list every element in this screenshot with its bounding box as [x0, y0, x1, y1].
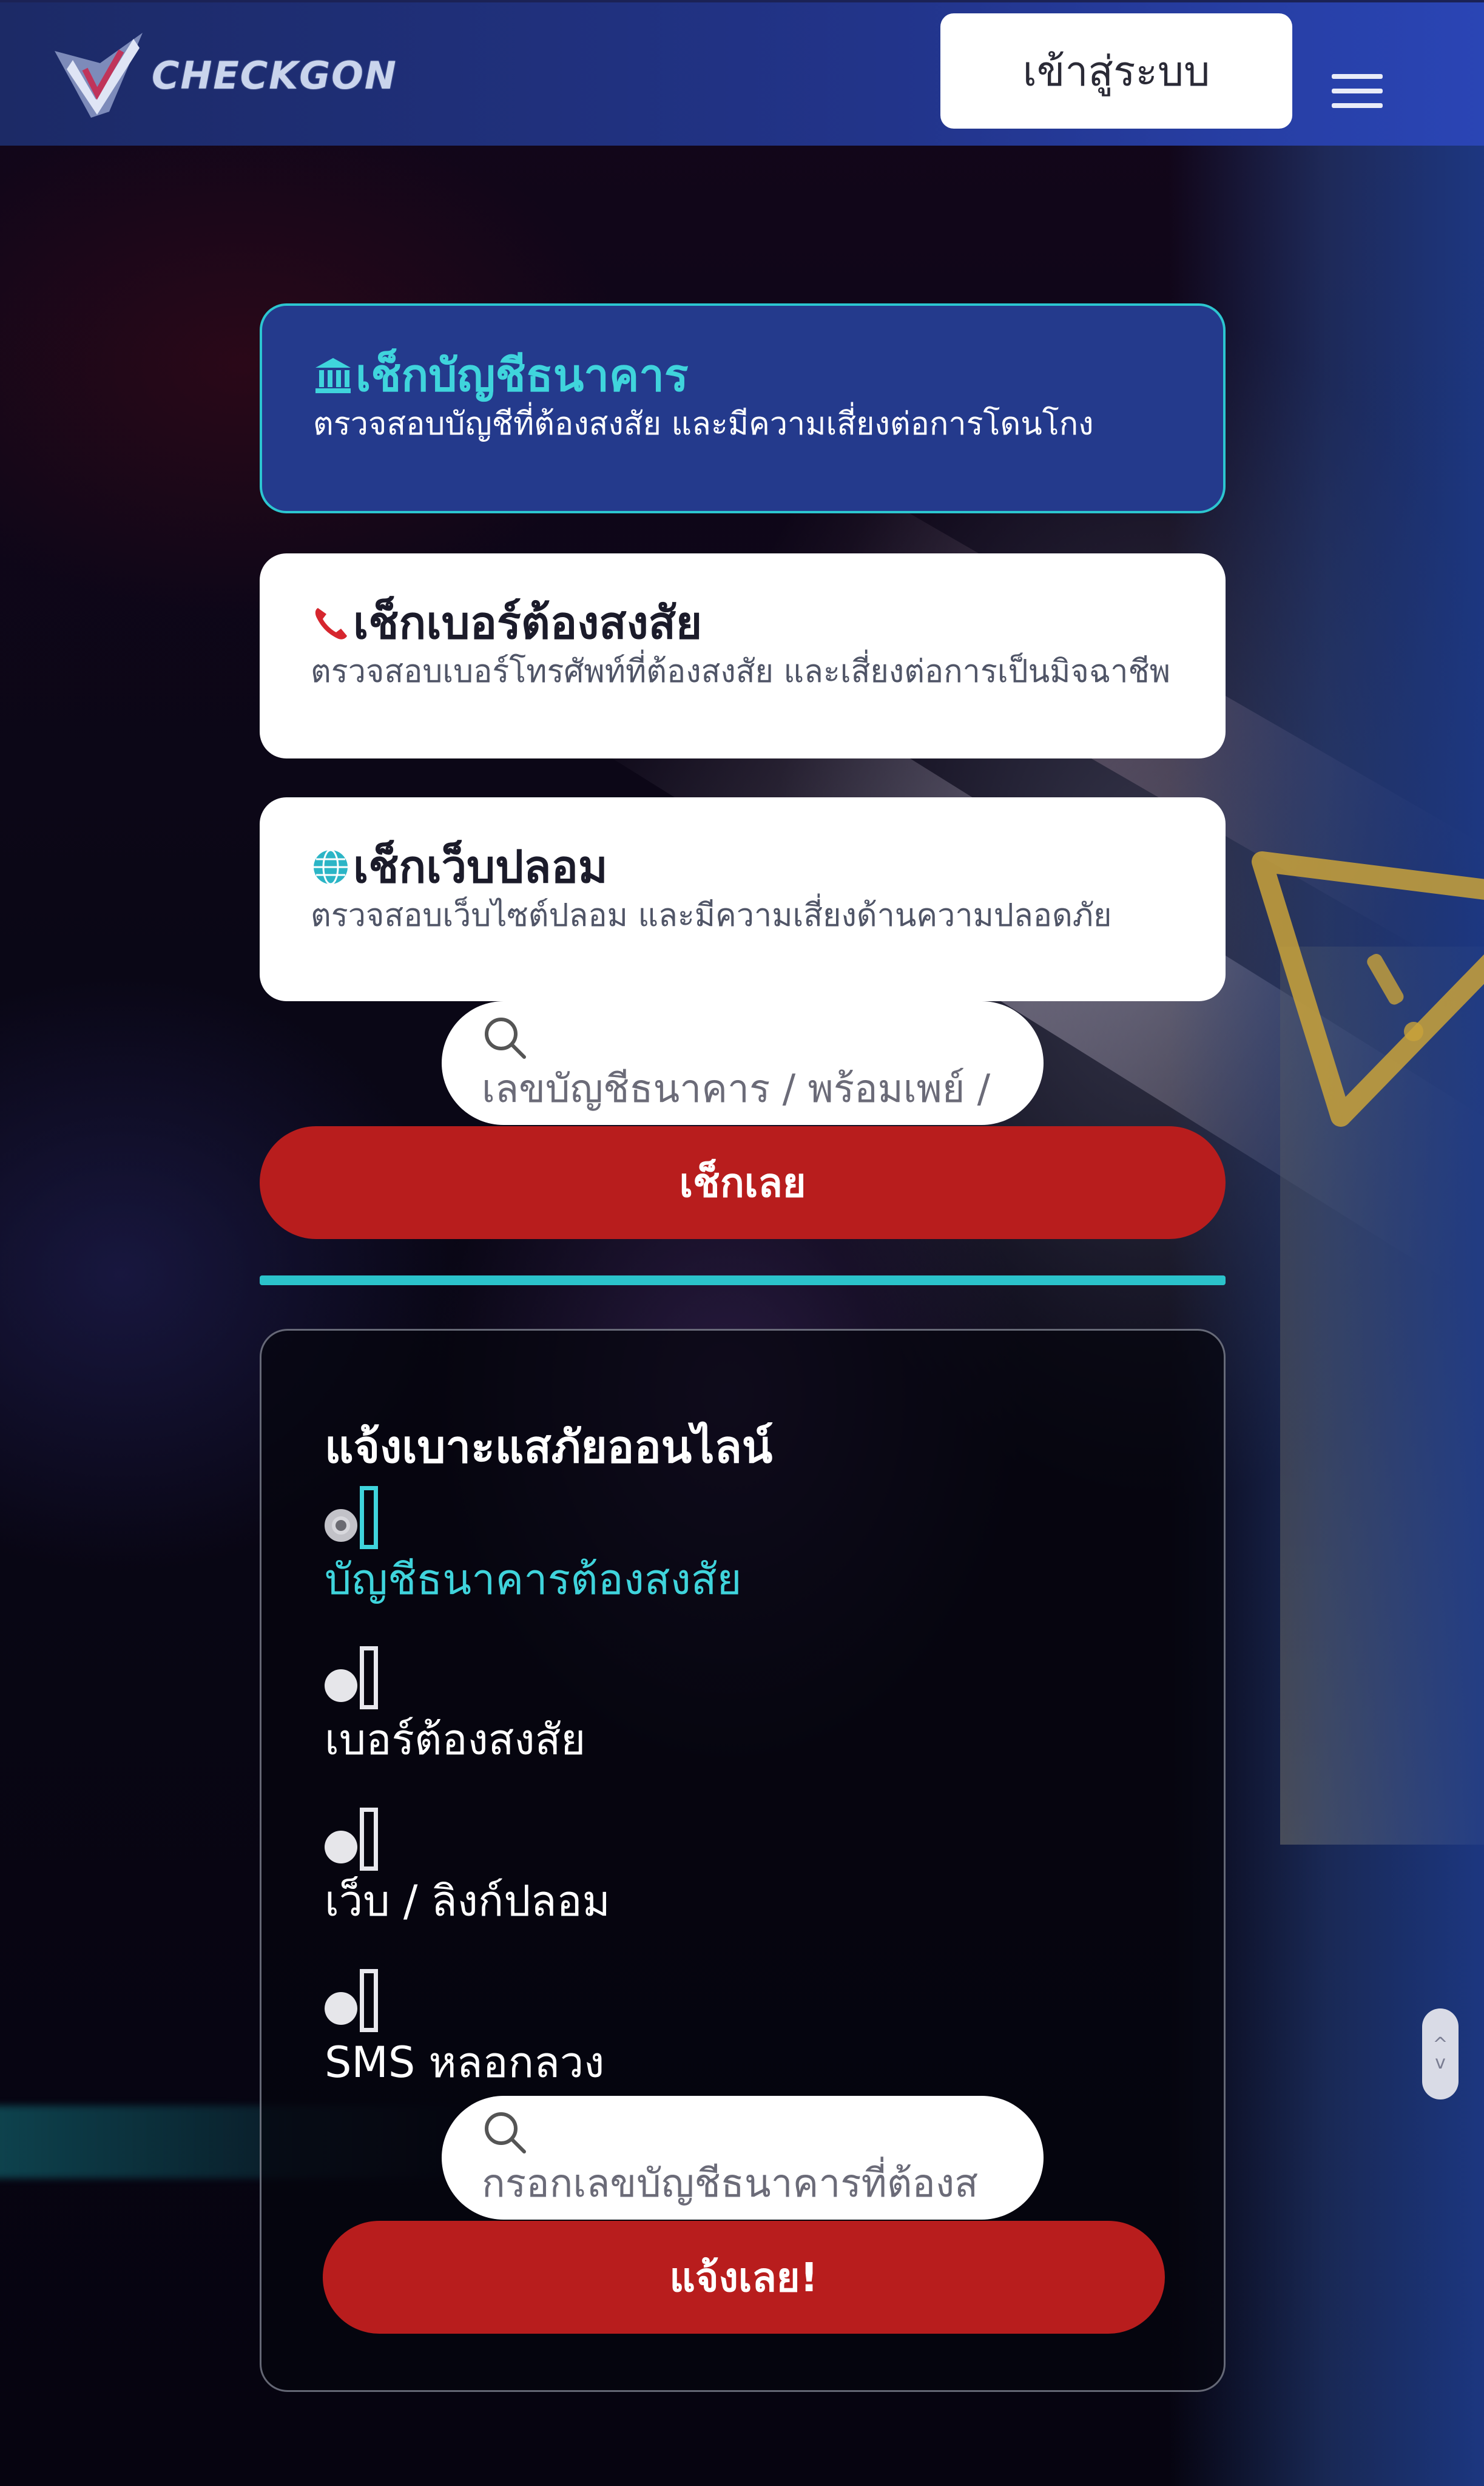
chevron-up-icon: ^	[1432, 2034, 1448, 2055]
hamburger-icon[interactable]	[1332, 74, 1383, 113]
report-option-label: SMS หลอกลวง	[325, 2038, 605, 2087]
report-input-box	[442, 2096, 1044, 2220]
check-search-box	[442, 1001, 1044, 1125]
logo[interactable]: CHECKGON	[49, 27, 473, 124]
check-card-phone-number[interactable]: เช็กเบอร์ต้องสงสัย ตรวจสอบเบอร์โทรศัพท์ท…	[260, 553, 1226, 758]
page: CHECKGON เข้าสู่ระบบ เช็กบัญชีธนาคาร ตรว…	[0, 0, 1484, 2486]
report-now-button[interactable]: แจ้งเลย!	[323, 2221, 1165, 2334]
warning-triangle-icon	[1252, 851, 1484, 1127]
bank-icon	[315, 358, 351, 393]
scroll-to-top-handle[interactable]: ^ v	[1422, 2008, 1459, 2099]
report-option-fake-link[interactable]: เว็บ / ลิงก์ปลอม	[325, 1804, 1113, 1931]
check-now-button[interactable]: เช็กเลย	[260, 1126, 1226, 1239]
search-icon	[485, 2112, 526, 2153]
logo-text: CHECKGON	[152, 53, 397, 98]
check-card-title-text: เช็กบัญชีธนาคาร	[356, 350, 689, 402]
login-button[interactable]: เข้าสู่ระบบ	[940, 13, 1292, 129]
chevron-down-icon: v	[1435, 2052, 1446, 2073]
check-search-input[interactable]	[482, 1062, 1016, 1116]
check-card-fake-website[interactable]: เช็กเว็บปลอม ตรวจสอบเว็บไซต์ปลอม และมีคว…	[260, 797, 1226, 1001]
report-input[interactable]	[482, 2157, 1016, 2211]
check-card-title: เช็กเบอร์ต้องสงสัย	[311, 596, 1226, 650]
report-title: แจ้งเบาะแสภัยออนไลน์	[325, 1421, 773, 1473]
search-icon	[485, 1018, 526, 1059]
radio-button[interactable]	[325, 1992, 357, 2025]
check-card-title: เช็กเว็บปลอม	[311, 840, 1226, 894]
top-navbar: CHECKGON เข้าสู่ระบบ	[0, 0, 1484, 146]
phone-icon	[315, 608, 347, 640]
globe-icon	[314, 849, 348, 885]
hamburger-line	[1332, 89, 1383, 93]
hamburger-line	[1332, 103, 1383, 108]
radio-label-marker	[360, 1808, 378, 1871]
report-option-label: เบอร์ต้องสงสัย	[325, 1715, 586, 1765]
radio-row	[325, 1643, 1113, 1709]
check-card-description: ตรวจสอบเบอร์โทรศัพท์ที่ต้องสงสัย และเสี่…	[311, 654, 1171, 690]
check-card-description: ตรวจสอบบัญชีที่ต้องสงสัย และมีความเสี่ยง…	[313, 406, 1094, 442]
radio-button[interactable]	[325, 1669, 357, 1702]
check-card-title-text: เช็กเว็บปลอม	[353, 841, 608, 893]
radio-button[interactable]	[325, 1831, 357, 1863]
radio-label-marker	[360, 1486, 378, 1549]
check-card-title: เช็กบัญชีธนาคาร	[313, 348, 1223, 403]
check-card-title-text: เช็กเบอร์ต้องสงสัย	[353, 597, 703, 649]
report-option-label: เว็บ / ลิงก์ปลอม	[325, 1876, 610, 1926]
radio-row	[325, 1804, 1113, 1871]
report-option-bank-account[interactable]: บัญชีธนาคารต้องสงสัย	[325, 1482, 1113, 1610]
radio-label-marker	[360, 1969, 378, 2032]
radio-button[interactable]	[325, 1509, 357, 1542]
radio-label-marker	[360, 1646, 378, 1709]
hamburger-line	[1332, 74, 1383, 79]
radio-row	[325, 1482, 1113, 1549]
report-option-phone-number[interactable]: เบอร์ต้องสงสัย	[325, 1643, 1113, 1770]
check-card-description: ตรวจสอบเว็บไซต์ปลอม และมีความเสี่ยงด้านค…	[311, 897, 1112, 934]
radio-row	[325, 1965, 1113, 2032]
checkgon-shield-icon	[55, 33, 143, 118]
check-card-bank-account[interactable]: เช็กบัญชีธนาคาร ตรวจสอบบัญชีที่ต้องสงสัย…	[260, 303, 1226, 513]
section-divider	[260, 1275, 1226, 1285]
report-option-sms-scam[interactable]: SMS หลอกลวง	[325, 1965, 1113, 2093]
report-option-label: บัญชีธนาคารต้องสงสัย	[325, 1555, 742, 1604]
